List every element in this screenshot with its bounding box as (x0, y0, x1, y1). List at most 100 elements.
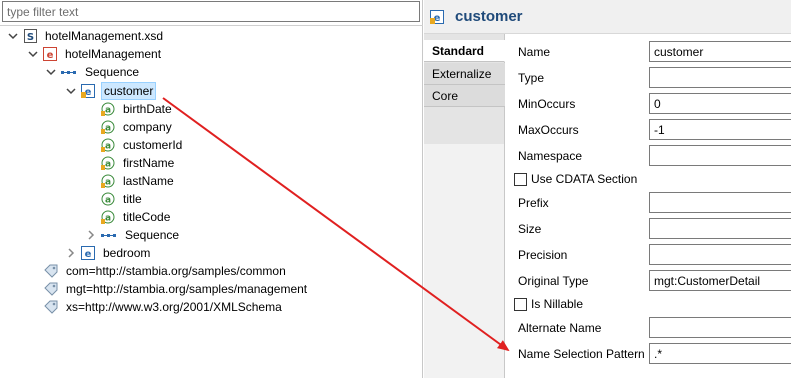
chevron-right-icon[interactable] (84, 226, 98, 244)
svg-text:e: e (47, 50, 54, 61)
attribute-icon: a (101, 174, 115, 188)
sequence-icon (101, 228, 117, 242)
xsd-file-icon: S (23, 29, 37, 43)
tree-node-label: com=http://stambia.org/samples/common (66, 264, 286, 278)
sequence-icon (61, 65, 77, 79)
type-field[interactable] (649, 67, 791, 88)
attribute-icon: a (101, 138, 115, 152)
tab-core[interactable]: Core (424, 85, 505, 107)
svg-text:e: e (85, 249, 92, 260)
tree-node-namespace[interactable]: mgt=http://stambia.org/samples/managemen… (44, 280, 309, 298)
svg-text:a: a (105, 160, 111, 170)
nillable-checkbox[interactable] (514, 297, 527, 311)
tree-node-label: customer (101, 82, 157, 100)
type-label: Type (518, 71, 545, 85)
schema-tree: S hotelManagement.xsd e hotelManagement … (0, 25, 423, 378)
attribute-icon: a (101, 156, 115, 170)
nillable-checkbox-row[interactable]: Is Nillable (514, 296, 583, 312)
chevron-down-icon[interactable] (44, 63, 58, 81)
chevron-right-icon[interactable] (64, 244, 78, 262)
tree-node-bedroom[interactable]: e bedroom (64, 244, 152, 262)
properties-title: customer (455, 8, 523, 25)
svg-text:a: a (105, 214, 111, 224)
tree-node-sequence[interactable]: Sequence (84, 226, 181, 244)
cdata-label: Use CDATA Section (531, 172, 638, 186)
prefix-label: Prefix (518, 196, 549, 210)
schema-tree-panel: S hotelManagement.xsd e hotelManagement … (0, 0, 423, 378)
chevron-down-icon[interactable] (6, 27, 20, 45)
tree-node-attribute[interactable]: a title (84, 190, 144, 208)
attribute-icon: a (101, 210, 115, 224)
svg-text:a: a (105, 142, 111, 152)
tree-node-attribute[interactable]: a birthDate (84, 100, 174, 118)
namespace-icon (44, 264, 58, 278)
element-icon: e (81, 84, 95, 98)
name-field[interactable] (649, 41, 791, 62)
properties-panel: e customer Standard Externalize Core Nam… (424, 0, 791, 378)
tree-node-label: birthDate (123, 102, 172, 116)
tree-node-label: hotelManagement (65, 47, 162, 61)
tree-node-attribute[interactable]: a titleCode (84, 208, 172, 226)
namespace-icon (44, 282, 58, 296)
minoccurs-label: MinOccurs (518, 97, 576, 111)
tree-node-label: bedroom (103, 246, 151, 260)
svg-text:a: a (105, 106, 111, 116)
tree-node-namespace[interactable]: xs=http://www.w3.org/2001/XMLSchema (44, 298, 284, 316)
tree-node-label: Sequence (85, 65, 140, 79)
namespace-label: Namespace (518, 149, 583, 163)
attribute-icon: a (101, 120, 115, 134)
tree-node-hotelmanagement[interactable]: e hotelManagement (26, 45, 163, 63)
tab-externalize[interactable]: Externalize (424, 63, 505, 85)
cdata-checkbox-row[interactable]: Use CDATA Section (514, 171, 637, 187)
properties-tabs: Standard Externalize Core (424, 34, 505, 378)
tree-node-label: xs=http://www.w3.org/2001/XMLSchema (66, 300, 282, 314)
tree-filter-input[interactable] (2, 1, 420, 22)
cdata-checkbox[interactable] (514, 172, 527, 186)
tree-node-sequence[interactable]: Sequence (44, 63, 141, 81)
tab-standard[interactable]: Standard (424, 40, 505, 62)
svg-text:a: a (105, 124, 111, 134)
nillable-label: Is Nillable (531, 297, 584, 311)
tree-node-label: titleCode (123, 210, 171, 224)
tree-node-attribute[interactable]: a customerId (84, 136, 184, 154)
prefix-field[interactable] (649, 192, 791, 213)
alternate-name-label: Alternate Name (518, 321, 602, 335)
tree-node-attribute[interactable]: a company (84, 118, 174, 136)
tree-node-attribute[interactable]: a lastName (84, 172, 176, 190)
tree-node-label: customerId (123, 138, 183, 152)
tree-node-label: lastName (123, 174, 174, 188)
alternate-name-field[interactable] (649, 317, 791, 338)
tree-node-attribute[interactable]: a firstName (84, 154, 176, 172)
element-icon: e (430, 9, 444, 24)
properties-title-bar: e customer (424, 0, 791, 34)
svg-text:a: a (105, 196, 111, 206)
size-label: Size (518, 222, 542, 236)
root-element-icon: e (43, 47, 57, 61)
name-selection-pattern-label: Name Selection Pattern (518, 347, 645, 361)
chevron-down-icon[interactable] (64, 82, 78, 100)
namespace-icon (44, 300, 58, 314)
original-type-label: Original Type (518, 274, 589, 288)
precision-field[interactable] (649, 244, 791, 265)
svg-text:S: S (26, 32, 33, 43)
maxoccurs-field[interactable] (649, 119, 791, 140)
tree-node-label: hotelManagement.xsd (45, 29, 164, 43)
tree-node-label: Sequence (125, 228, 180, 242)
tree-node-customer[interactable]: e customer (64, 82, 157, 100)
tree-node-namespace[interactable]: com=http://stambia.org/samples/common (44, 262, 288, 280)
tree-node-label: title (123, 192, 142, 206)
chevron-down-icon[interactable] (26, 45, 40, 63)
element-icon: e (81, 246, 95, 260)
svg-text:a: a (105, 178, 111, 188)
tree-node-label: firstName (123, 156, 175, 170)
attribute-icon: a (101, 102, 115, 116)
tree-node-label: mgt=http://stambia.org/samples/managemen… (66, 282, 308, 296)
name-selection-pattern-field[interactable] (649, 343, 791, 364)
namespace-field[interactable] (649, 145, 791, 166)
tree-node-xsd-file[interactable]: S hotelManagement.xsd (6, 27, 165, 45)
size-field[interactable] (649, 218, 791, 239)
minoccurs-field[interactable] (649, 93, 791, 114)
original-type-field[interactable] (649, 270, 791, 291)
name-label: Name (518, 45, 551, 59)
maxoccurs-label: MaxOccurs (518, 123, 579, 137)
